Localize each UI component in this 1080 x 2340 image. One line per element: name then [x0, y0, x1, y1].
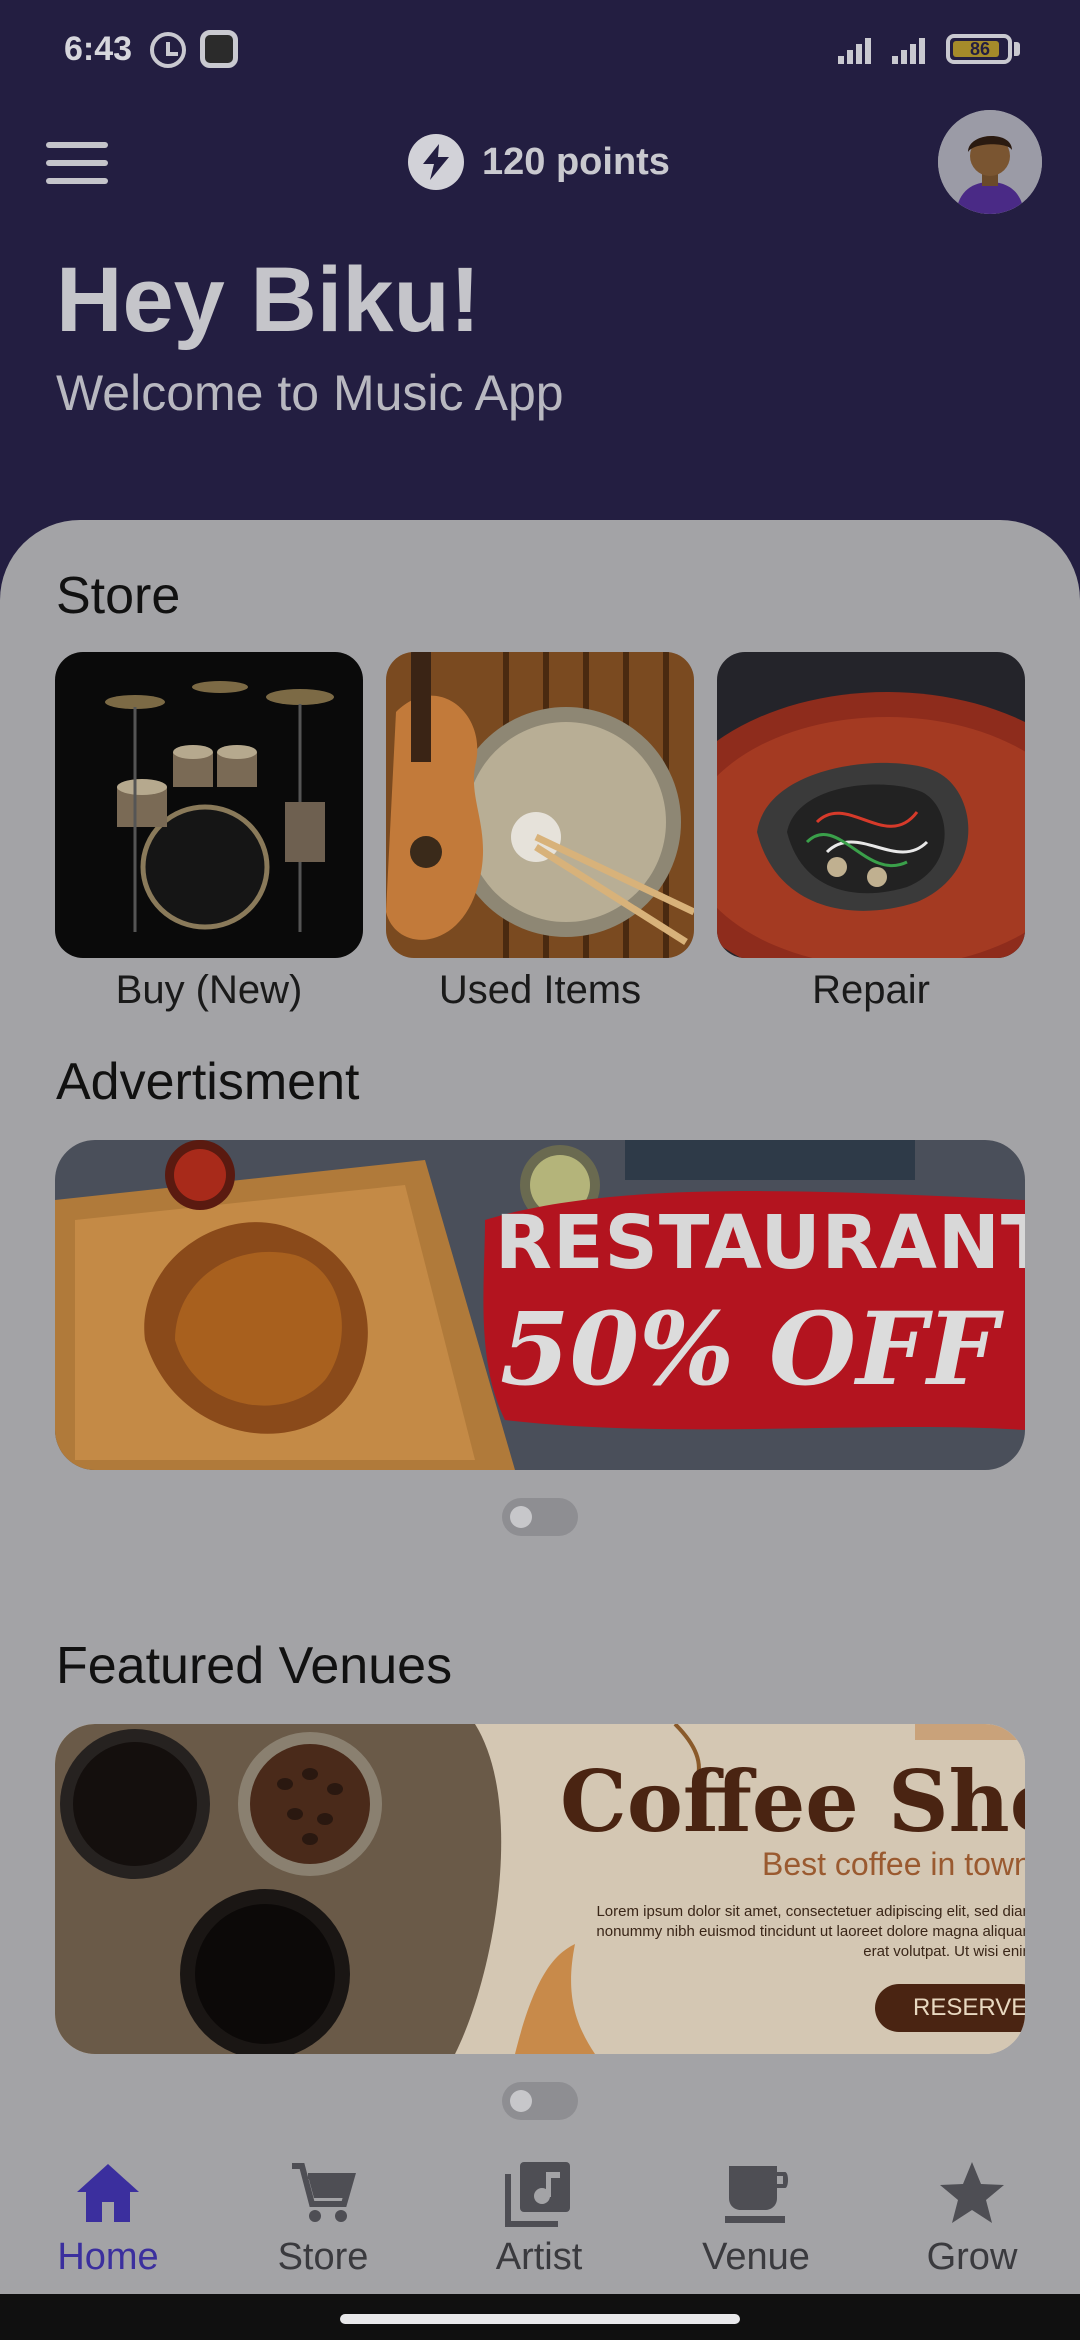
reserve-button[interactable]: RESERVE	[913, 1994, 1025, 2022]
status-time: 6:43	[64, 30, 133, 68]
points-label: 120 points	[482, 140, 670, 183]
venue-banner-subtitle: Best coffee in town	[762, 1846, 1025, 1882]
venue-banner-body: Lorem ipsum dolor sit amet, consectetuer…	[596, 1903, 1025, 1960]
featured-venues-section-title: Featured Venues	[56, 1637, 453, 1695]
ad-headline: RESTAURANT	[495, 1200, 1025, 1286]
music-library-icon	[505, 2162, 570, 2227]
store-item-repair[interactable]	[717, 652, 1025, 958]
battery-icon: 86	[946, 34, 1012, 64]
venue-banner-title: Coffee Shop	[560, 1752, 1025, 1851]
venue-banner[interactable]: Coffee Shop Best coffee in town Lorem ip…	[55, 1724, 1025, 2054]
nav-label: Venue	[702, 2236, 810, 2278]
signal-icon	[838, 34, 878, 64]
drum-kit-image	[55, 652, 363, 958]
nav-label: Grow	[926, 2236, 1018, 2278]
guitar-electronics-image	[717, 652, 1025, 958]
nav-item-store[interactable]: Store	[243, 2158, 403, 2279]
carousel-indicator[interactable]	[502, 2082, 578, 2120]
welcome-subtitle: Welcome to Music App	[56, 365, 564, 421]
alarm-icon	[150, 32, 186, 68]
nav-label: Artist	[495, 2236, 583, 2278]
store-section-title: Store	[56, 567, 181, 625]
guitar-drum-image	[386, 652, 694, 958]
nav-item-venue[interactable]: Venue	[676, 2158, 836, 2279]
nav-item-artist[interactable]: Artist	[459, 2158, 619, 2279]
signal-icon	[892, 34, 932, 64]
ad-discount: 50% OFF	[500, 1290, 999, 1408]
store-item-label: Used Items	[438, 968, 642, 1012]
points-display[interactable]: 120 points	[408, 132, 670, 192]
nav-item-home[interactable]: Home	[28, 2158, 188, 2279]
status-bar: 6:43 86	[0, 0, 1080, 100]
store-item-used-items[interactable]	[386, 652, 694, 958]
nav-label: Home	[57, 2236, 159, 2278]
store-item-label: Buy (New)	[115, 968, 303, 1012]
cart-icon	[292, 2163, 356, 2222]
store-item-label: Repair	[812, 968, 930, 1012]
carousel-indicator[interactable]	[502, 1498, 578, 1536]
store-item-buy-new[interactable]	[55, 652, 363, 958]
menu-icon[interactable]	[46, 140, 108, 186]
battery-level: 86	[969, 39, 991, 59]
app-status-icon	[200, 30, 238, 68]
nav-item-grow[interactable]: Grow	[892, 2158, 1052, 2279]
star-icon	[940, 2162, 1004, 2223]
greeting: Hey Biku!	[56, 249, 481, 351]
advertisement-section-title: Advertisment	[56, 1053, 360, 1111]
bolt-icon	[408, 134, 464, 190]
coffee-cup-icon	[725, 2166, 788, 2223]
nav-label: Store	[277, 2236, 369, 2278]
home-indicator[interactable]	[340, 2314, 740, 2324]
home-icon	[77, 2164, 139, 2222]
avatar[interactable]	[938, 110, 1042, 214]
advertisement-banner[interactable]: RESTAURANT 50% OFF	[55, 1140, 1025, 1470]
